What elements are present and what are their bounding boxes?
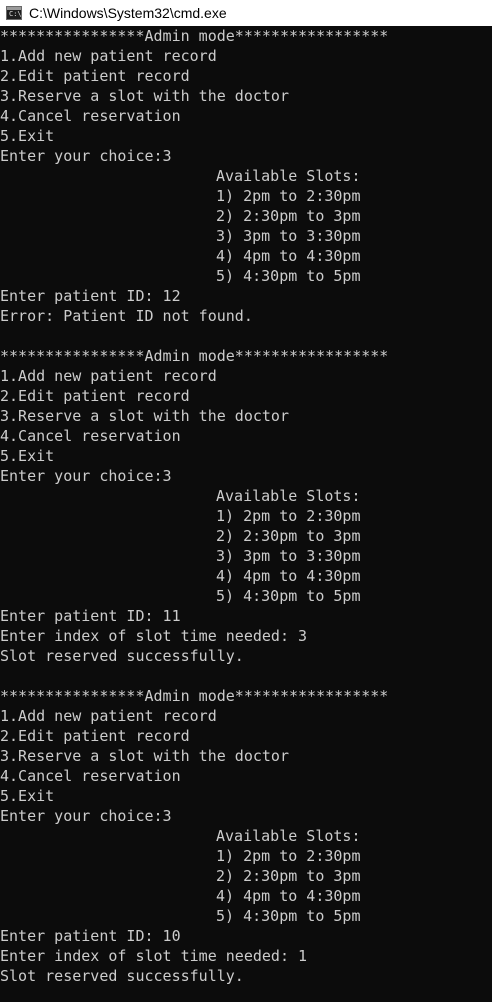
console-line: 1.Add new patient record — [0, 707, 217, 725]
console-line: 4.Cancel reservation — [0, 107, 181, 125]
console-line: Enter patient ID: 10 — [0, 927, 181, 945]
slot-option: 4) 4pm to 4:30pm — [216, 567, 361, 585]
title-bar[interactable]: C:\ C:\Windows\System32\cmd.exe — [0, 0, 492, 26]
console-line: 3.Reserve a slot with the doctor — [0, 747, 289, 765]
cmd-console-icon[interactable]: C:\ — [6, 6, 22, 20]
console-line: Error: Patient ID not found. — [0, 307, 253, 325]
console-line: 2.Edit patient record — [0, 387, 190, 405]
slot-option: 2) 2:30pm to 3pm — [216, 527, 361, 545]
slots-heading: Available Slots: — [216, 827, 361, 845]
slot-option: 5) 4:30pm to 5pm — [216, 267, 361, 285]
console-line: 1.Add new patient record — [0, 47, 217, 65]
slot-option: 4) 4pm to 4:30pm — [216, 887, 361, 905]
console-line: Enter your choice:3 — [0, 467, 172, 485]
slot-option: 1) 2pm to 2:30pm — [216, 847, 361, 865]
slot-option: 1) 2pm to 2:30pm — [216, 187, 361, 205]
window-title: C:\Windows\System32\cmd.exe — [29, 5, 227, 21]
console-output[interactable]: ****************Admin mode**************… — [0, 26, 492, 1002]
console-line: 4.Cancel reservation — [0, 767, 181, 785]
console-line: Enter patient ID: 12 — [0, 287, 181, 305]
slots-heading: Available Slots: — [216, 487, 361, 505]
console-line: ****************Admin mode**************… — [0, 27, 389, 45]
console-line: Enter patient ID: 11 — [0, 607, 181, 625]
console-line: Slot reserved successfully. — [0, 967, 244, 985]
console-line: 2.Edit patient record — [0, 67, 190, 85]
slot-option: 5) 4:30pm to 5pm — [216, 907, 361, 925]
console-line: ****************Admin mode**************… — [0, 347, 389, 365]
console-line: Enter index of slot time needed: 3 — [0, 627, 308, 645]
console-line: Enter your choice:3 — [0, 807, 172, 825]
slot-option: 5) 4:30pm to 5pm — [216, 587, 361, 605]
console-line: 5.Exit — [0, 787, 55, 805]
console-line: ****************Admin mode**************… — [0, 687, 389, 705]
console-line: 2.Edit patient record — [0, 727, 190, 745]
slot-option: 4) 4pm to 4:30pm — [216, 247, 361, 265]
slot-option: 3) 3pm to 3:30pm — [216, 227, 361, 245]
console-line: 3.Reserve a slot with the doctor — [0, 87, 289, 105]
console-line: Enter your choice:3 — [0, 147, 172, 165]
console-line: 5.Exit — [0, 127, 55, 145]
slot-option: 2) 2:30pm to 3pm — [216, 207, 361, 225]
console-line: Enter index of slot time needed: 1 — [0, 947, 308, 965]
console-line: 1.Add new patient record — [0, 367, 217, 385]
cmd-window: C:\ C:\Windows\System32\cmd.exe ********… — [0, 0, 492, 1002]
console-line: 5.Exit — [0, 447, 55, 465]
slot-option: 3) 3pm to 3:30pm — [216, 547, 361, 565]
cmd-icon-glyph: C:\ — [9, 10, 22, 18]
console-line: 4.Cancel reservation — [0, 427, 181, 445]
console-line: 3.Reserve a slot with the doctor — [0, 407, 289, 425]
slot-option: 2) 2:30pm to 3pm — [216, 867, 361, 885]
slot-option: 1) 2pm to 2:30pm — [216, 507, 361, 525]
slots-heading: Available Slots: — [216, 167, 361, 185]
console-line: Slot reserved successfully. — [0, 647, 244, 665]
